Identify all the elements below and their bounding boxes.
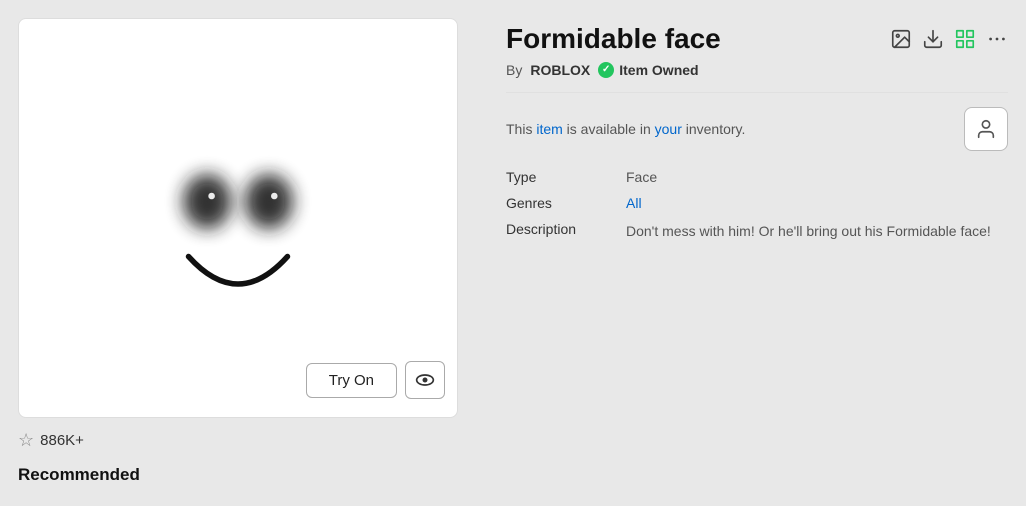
divider bbox=[506, 92, 1008, 93]
right-panel: Formidable face bbox=[506, 18, 1008, 485]
genres-label: Genres bbox=[506, 195, 626, 211]
try-on-area: Try On bbox=[306, 361, 445, 399]
page-container: Try On ☆ 886K+ Recommended Formidable fa… bbox=[0, 0, 1026, 503]
creator-link[interactable]: ROBLOX bbox=[530, 62, 590, 78]
download-toolbar-icon[interactable] bbox=[922, 28, 944, 50]
availability-your-link[interactable]: your bbox=[655, 121, 682, 137]
grid-toolbar-icon[interactable] bbox=[954, 28, 976, 50]
stats-row: ☆ 886K+ bbox=[18, 430, 84, 451]
availability-row: This item is available in your inventory… bbox=[506, 107, 1008, 151]
preview-button[interactable] bbox=[405, 361, 445, 399]
inventory-icon bbox=[975, 118, 997, 140]
owned-badge: ✓ Item Owned bbox=[598, 62, 698, 78]
face-illustration bbox=[128, 108, 348, 328]
recommended-label: Recommended bbox=[18, 465, 140, 485]
eye-icon bbox=[415, 370, 435, 390]
description-value: Don't mess with him! Or he'll bring out … bbox=[626, 221, 1008, 242]
by-label: By bbox=[506, 62, 522, 78]
genres-value: All bbox=[626, 195, 1008, 211]
image-toolbar-icon[interactable] bbox=[890, 28, 912, 50]
inventory-icon-box[interactable] bbox=[964, 107, 1008, 151]
by-row: By ROBLOX ✓ Item Owned bbox=[506, 62, 1008, 78]
description-label: Description bbox=[506, 221, 626, 242]
try-on-button[interactable]: Try On bbox=[306, 363, 397, 398]
type-value: Face bbox=[626, 169, 1008, 185]
green-dot: ✓ bbox=[598, 62, 614, 78]
item-image-box: Try On bbox=[18, 18, 458, 418]
favorites-count: 886K+ bbox=[40, 432, 84, 449]
availability-item-link[interactable]: item bbox=[536, 121, 562, 137]
type-label: Type bbox=[506, 169, 626, 185]
more-toolbar-icon[interactable] bbox=[986, 28, 1008, 50]
star-icon[interactable]: ☆ bbox=[18, 430, 34, 451]
availability-text: This item is available in your inventory… bbox=[506, 121, 745, 137]
toolbar-icons bbox=[890, 28, 1008, 50]
owned-text: Item Owned bbox=[619, 62, 698, 78]
title-row: Formidable face bbox=[506, 22, 1008, 56]
details-grid: Type Face Genres All Description Don't m… bbox=[506, 169, 1008, 242]
item-title: Formidable face bbox=[506, 22, 721, 56]
left-panel: Try On ☆ 886K+ Recommended bbox=[18, 18, 478, 485]
checkmark-icon: ✓ bbox=[602, 64, 610, 75]
